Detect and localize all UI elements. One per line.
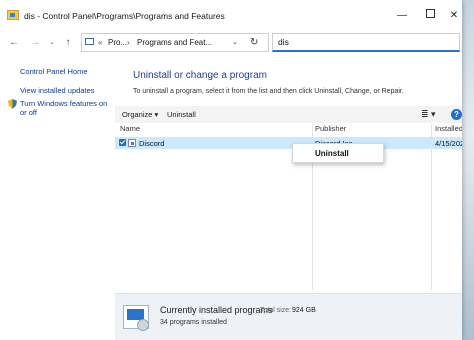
- minimize-button[interactable]: —: [392, 8, 412, 24]
- address-bar[interactable]: « Pro... › Programs and Feat... ⌄: [81, 33, 269, 52]
- address-dropdown-icon[interactable]: ⌄: [232, 38, 238, 46]
- table-row[interactable]: [115, 137, 462, 149]
- back-arrow-icon[interactable]: ←: [7, 36, 21, 50]
- breadcrumb-programs-and-features[interactable]: Programs and Feat...: [137, 38, 212, 47]
- control-panel-location-icon: [85, 38, 94, 45]
- context-menu: Uninstall: [292, 143, 384, 163]
- maximize-button[interactable]: [420, 8, 440, 24]
- sidebar-link-view-installed-updates[interactable]: View installed updates: [20, 86, 95, 95]
- forward-arrow-icon[interactable]: →: [28, 36, 42, 50]
- discord-app-icon: [128, 139, 136, 147]
- column-header-installed-on[interactable]: Installed On: [435, 124, 462, 138]
- recent-locations-chevron-icon[interactable]: ⌄: [45, 36, 59, 50]
- row-checkbox[interactable]: [119, 139, 126, 146]
- details-pane: Currently installed programs Total size:…: [115, 293, 462, 340]
- details-title: Currently installed programs: [160, 305, 273, 315]
- control-panel-icon: [7, 10, 19, 20]
- sidebar-link-control-panel-home[interactable]: Control Panel Home: [20, 67, 88, 76]
- organize-button[interactable]: Organize ▾: [122, 110, 158, 119]
- programs-and-features-window: dis - Control Panel\Programs\Programs an…: [0, 0, 462, 340]
- search-input[interactable]: dis: [272, 33, 460, 52]
- page-title: Uninstall or change a program: [133, 70, 267, 81]
- total-size-value: 924 GB: [292, 307, 316, 314]
- command-toolbar: Organize ▾ Uninstall ≣ ▾ ?: [115, 106, 462, 123]
- breadcrumb-programs[interactable]: Pro...: [108, 38, 127, 47]
- context-menu-uninstall[interactable]: Uninstall: [315, 149, 349, 158]
- program-installed-date: 4/15/2022: [435, 139, 462, 148]
- page-description: To uninstall a program, select it from t…: [133, 88, 404, 95]
- column-header-publisher[interactable]: Publisher: [315, 124, 346, 138]
- overflow-chevron[interactable]: «: [98, 38, 102, 47]
- help-icon[interactable]: ?: [451, 109, 462, 120]
- sidebar-link-windows-features[interactable]: Turn Windows features on or off: [20, 99, 112, 117]
- total-size-label: Total size:: [260, 307, 292, 314]
- sidebar: Control Panel Home View installed update…: [0, 58, 112, 340]
- up-arrow-icon[interactable]: ↑: [61, 36, 75, 50]
- programs-icon: [123, 305, 149, 331]
- uninstall-toolbar-button[interactable]: Uninstall: [167, 110, 196, 119]
- maximize-icon: [425, 9, 435, 18]
- navigation-bar: ← → ⌄ ↑ « Pro... › Programs and Feat... …: [0, 30, 462, 56]
- view-options-icon[interactable]: ≣ ▾: [421, 109, 436, 120]
- title-bar[interactable]: dis - Control Panel\Programs\Programs an…: [0, 0, 462, 30]
- close-button[interactable]: ✕: [444, 8, 462, 24]
- programs-count: 34 programs installed: [160, 319, 227, 326]
- window-title: dis - Control Panel\Programs\Programs an…: [24, 11, 225, 21]
- program-name[interactable]: Discord: [139, 139, 164, 148]
- shield-icon: [8, 99, 17, 109]
- column-header-name[interactable]: Name: [120, 124, 140, 138]
- refresh-icon[interactable]: ↻: [250, 37, 258, 48]
- breadcrumb-separator[interactable]: ›: [127, 38, 130, 47]
- search-input-value: dis: [278, 37, 289, 47]
